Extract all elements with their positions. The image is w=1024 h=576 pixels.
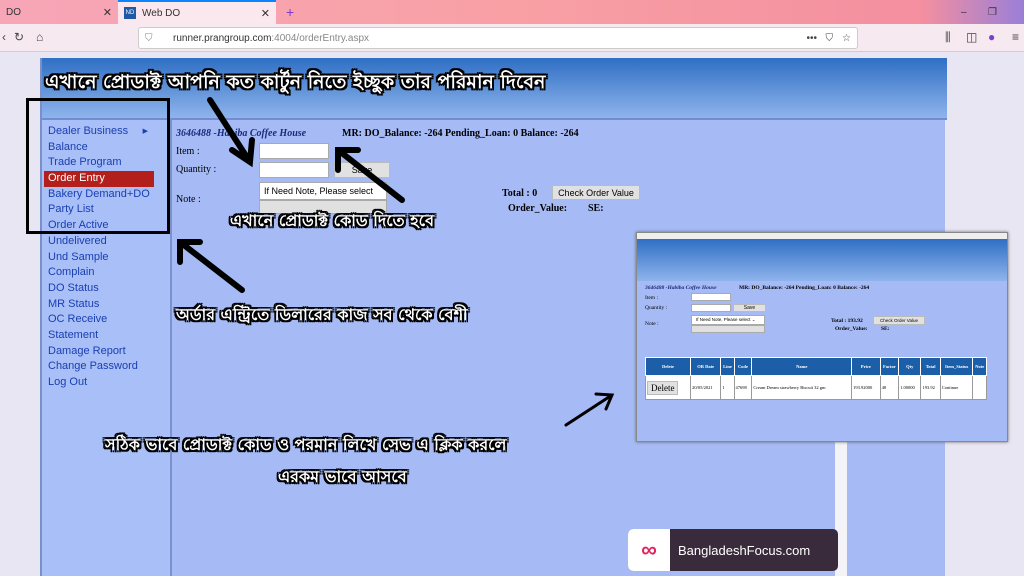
caption-code: এখানে প্রোডাক্ট কোড দিতে হবে <box>230 211 434 230</box>
arrow-quantity <box>207 97 255 168</box>
arrow-item <box>335 147 405 203</box>
link-icon: ∞ <box>628 529 670 571</box>
caption-dealer: অর্ডার এন্ট্রিতে ডিলারের কাজ সব থেকে বেশ… <box>176 305 468 324</box>
arrow-inset <box>564 392 615 427</box>
caption-bottom-2: এরকম ভাবে আসবে <box>278 467 407 486</box>
brand-name: BangladeshFocus.com <box>678 542 811 558</box>
caption-top: এখানে প্রোডাক্ট আপনি কত কার্টুন নিতে ইচ্… <box>45 71 546 93</box>
caption-bottom-1: সঠিক ভাবে প্রোডাক্ট কোড ও পরমান লিখে সেভ… <box>105 435 507 454</box>
brand-watermark: ∞ BangladeshFocus.com <box>628 529 838 571</box>
arrow-sidebar <box>177 239 245 293</box>
